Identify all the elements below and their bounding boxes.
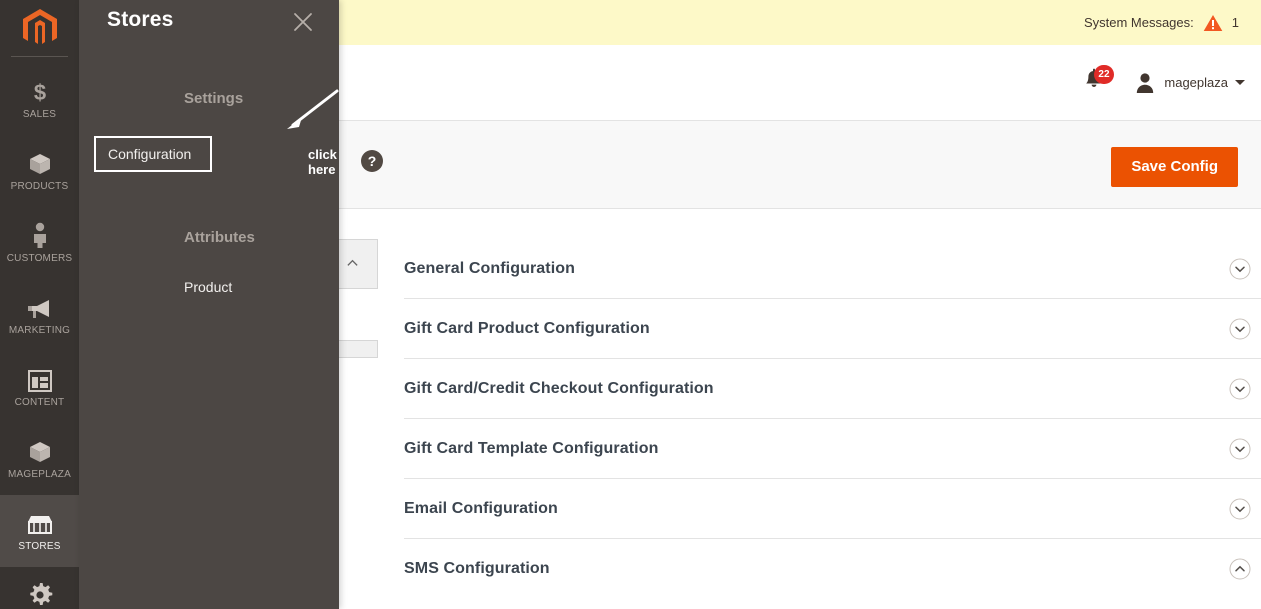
sidebar-item-stores[interactable]: STORES [0,495,79,567]
user-avatar-icon [1137,72,1154,93]
storefront-icon [26,510,54,536]
configuration-sections-list: General Configuration Gift Card Product … [404,239,1261,599]
layout-icon [27,366,52,392]
section-title: Gift Card Product Configuration [404,319,650,337]
sidebar-item-mageplaza[interactable]: MAGEPLAZA [0,423,79,495]
section-email-configuration[interactable]: Email Configuration [404,479,1261,539]
panel-link-configuration[interactable]: Configuration [94,136,212,172]
chevron-up-icon [347,259,358,266]
system-messages-count: 1 [1231,15,1239,30]
chevron-down-circle-icon[interactable] [1229,258,1251,280]
sidebar-item-system[interactable]: SYSTEM [0,567,79,609]
sidebar-item-label: PRODUCTS [10,181,69,192]
arrow-pointer-icon [287,89,339,129]
section-title: General Configuration [404,259,575,277]
chevron-down-circle-icon[interactable] [1229,438,1251,460]
chevron-down-circle-icon[interactable] [1229,498,1251,520]
sidebar-item-content[interactable]: CONTENT [0,351,79,423]
sidebar-item-sales[interactable]: $ SALES [0,63,79,135]
page-actions-band: ? Save Config [339,120,1261,209]
notifications-count-badge: 22 [1094,64,1114,84]
help-question-icon[interactable]: ? [361,150,383,172]
section-sms-configuration[interactable]: SMS Configuration [404,539,1261,599]
section-title: Email Configuration [404,499,558,517]
panel-link-product[interactable]: Product [184,279,232,295]
megaphone-icon [27,294,53,320]
chevron-down-circle-icon[interactable] [1229,378,1251,400]
section-gift-card-product-configuration[interactable]: Gift Card Product Configuration [404,299,1261,359]
panel-link-label: Configuration [108,146,192,162]
annotation-click-here: click here [308,147,337,177]
admin-page: $ SALES PRODUCTS CUSTOMERS MARKETING CON… [0,0,1261,609]
chevron-down-icon [1235,80,1245,85]
section-general-configuration[interactable]: General Configuration [404,239,1261,299]
person-icon [30,222,50,248]
warning-triangle-icon [1203,14,1223,31]
sidebar-item-label: CUSTOMERS [6,253,73,264]
panel-group-settings: Settings [184,90,244,107]
section-gift-card-credit-checkout-configuration[interactable]: Gift Card/Credit Checkout Configuration [404,359,1261,419]
sidebar-item-products[interactable]: PRODUCTS [0,135,79,207]
sidebar-item-marketing[interactable]: MARKETING [0,279,79,351]
stores-flyout-panel: Stores Settings Configuration click here… [79,0,339,609]
panel-group-attributes: Attributes [184,229,255,246]
sidebar-item-label: STORES [18,541,61,552]
user-menu[interactable]: mageplaza [1135,72,1245,94]
magento-logo-icon [22,9,57,44]
sidebar-item-customers[interactable]: CUSTOMERS [0,207,79,279]
admin-sidebar: $ SALES PRODUCTS CUSTOMERS MARKETING CON… [0,0,79,609]
system-messages-label: System Messages: [1083,15,1194,30]
sidebar-item-label: CONTENT [14,397,65,408]
panel-header: Stores [79,0,339,52]
chevron-up-circle-icon[interactable] [1229,558,1251,580]
system-messages-bar[interactable]: System Messages: 1 [339,0,1261,45]
gear-icon [27,582,53,608]
dollar-icon: $ [31,78,49,104]
close-icon[interactable] [291,10,315,34]
sidebar-divider [11,56,68,57]
sidebar-item-label: MAGEPLAZA [8,469,71,480]
magento-logo[interactable] [0,0,79,56]
admin-top-bar: 22 mageplaza [339,45,1261,120]
svg-text:$: $ [33,80,45,104]
section-title: SMS Configuration [404,560,550,577]
sidebar-item-label: MARKETING [8,325,71,336]
section-title: Gift Card Template Configuration [404,439,659,457]
save-config-button[interactable]: Save Config [1111,147,1238,187]
box-icon [28,438,52,464]
panel-title: Stores [107,8,174,31]
chevron-down-circle-icon[interactable] [1229,318,1251,340]
box-icon [28,150,52,176]
user-name-label: mageplaza [1164,75,1228,90]
section-gift-card-template-configuration[interactable]: Gift Card Template Configuration [404,419,1261,479]
sidebar-item-label: SALES [22,109,57,120]
section-title: Gift Card/Credit Checkout Configuration [404,379,714,397]
notifications-button[interactable]: 22 [1083,64,1114,98]
